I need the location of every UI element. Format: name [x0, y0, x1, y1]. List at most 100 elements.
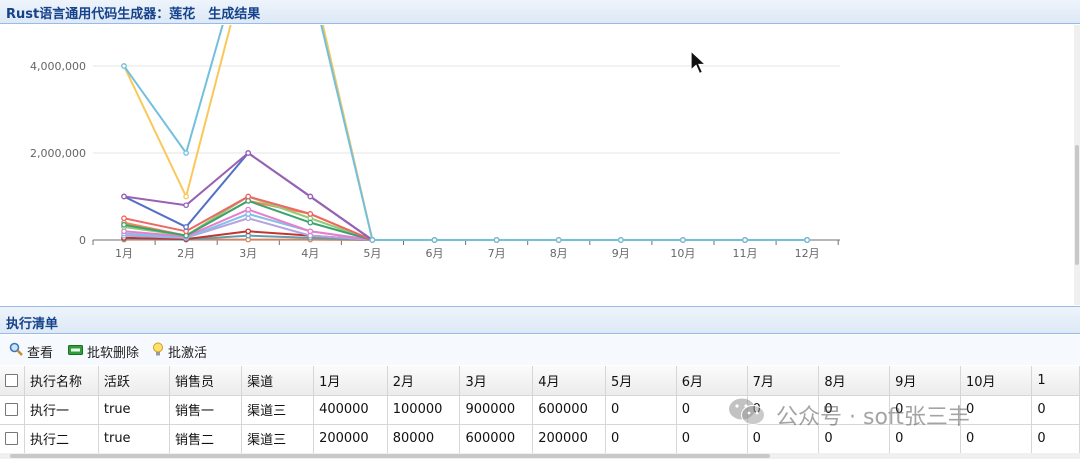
x-tick-label: 9月 — [612, 247, 630, 260]
column-header[interactable]: 1 — [1031, 366, 1080, 396]
column-header[interactable]: 6月 — [676, 366, 748, 396]
data-point — [307, 193, 314, 200]
table-cell: 400000 — [313, 395, 388, 425]
select-all-cell[interactable] — [0, 366, 26, 396]
table-cell: 执行一 — [24, 395, 99, 425]
data-point — [555, 237, 562, 243]
series-line — [123, 152, 808, 241]
activate-button-label: 批激活 — [168, 345, 208, 361]
column-header[interactable]: 渠道 — [241, 366, 315, 396]
view-button[interactable]: 查看 — [9, 342, 54, 361]
data-point — [617, 237, 624, 243]
chart-panel: 0 2,000,000 4,000,000 1月 2月 3月 4月 5月 6月 7月 8月 9月 10月… — [0, 25, 1074, 305]
x-tick-label: 3月 — [239, 247, 257, 260]
data-point — [307, 228, 314, 235]
table-cell: 销售一 — [169, 395, 243, 425]
x-tick-label: 4月 — [301, 247, 319, 260]
table-cell: true — [98, 395, 171, 425]
data-point — [121, 215, 127, 222]
x-tick-label: 6月 — [426, 247, 444, 260]
table-cell: 0 — [747, 395, 820, 425]
column-header[interactable]: 3月 — [459, 366, 534, 396]
table-cell: 600000 — [459, 424, 534, 454]
select-all-checkbox[interactable] — [5, 373, 18, 387]
activate-button[interactable]: 批激活 — [152, 342, 208, 361]
column-header[interactable]: 销售员 — [169, 366, 243, 396]
data-point — [680, 237, 686, 243]
series-line — [123, 152, 808, 241]
data-point — [183, 150, 189, 156]
data-point — [307, 211, 314, 217]
table-cell: 200000 — [532, 424, 606, 454]
table-cell: 0 — [818, 395, 891, 425]
scrollbar-thumb[interactable] — [10, 454, 770, 458]
table-cell: 0 — [889, 395, 961, 425]
column-header[interactable]: 2月 — [387, 366, 461, 396]
table-cell: 900000 — [459, 395, 534, 425]
row-select-cell[interactable] — [0, 395, 26, 425]
table-row[interactable]: 执行二 true 销售二 渠道三 200000 80000 600000 200… — [0, 424, 1080, 454]
table-cell: 0 — [676, 395, 748, 425]
column-header[interactable]: 9月 — [889, 366, 961, 396]
table-cell: 执行二 — [24, 424, 99, 454]
grid-toolbar: 查看 批软删除 批激活 — [0, 335, 1080, 365]
table-cell: 600000 — [532, 395, 606, 425]
data-point — [183, 224, 189, 230]
table-header-row: 执行名称 活跃 销售员 渠道 1月 2月 3月 4月 5月 6月 7月 8月 9… — [0, 366, 1080, 396]
x-tick-label: 10月 — [670, 247, 695, 260]
line-chart: 0 2,000,000 4,000,000 1月 2月 3月 4月 5月 6月 7月 8月 9月 10月… — [30, 25, 840, 260]
mouse-pointer-icon — [690, 50, 708, 75]
table-cell: 200000 — [313, 424, 388, 454]
execution-table: 执行名称 活跃 销售员 渠道 1月 2月 3月 4月 5月 6月 7月 8月 9… — [0, 366, 1080, 454]
table-cell: 销售二 — [169, 424, 243, 454]
table-cell: 0 — [818, 424, 891, 454]
table-cell: 0 — [605, 424, 677, 454]
row-checkbox[interactable] — [5, 403, 18, 416]
column-header[interactable]: 4月 — [532, 366, 606, 396]
column-header[interactable]: 8月 — [818, 366, 891, 396]
column-header[interactable]: 1月 — [313, 366, 388, 396]
magnifier-icon — [9, 342, 23, 360]
table-cell: 80000 — [387, 424, 461, 454]
soft-delete-button[interactable]: 批软删除 — [68, 342, 139, 361]
y-tick-label: 2,000,000 — [30, 147, 86, 160]
view-button-label: 查看 — [27, 345, 54, 361]
table-cell: 0 — [676, 424, 748, 454]
row-checkbox[interactable] — [5, 432, 18, 445]
column-header[interactable]: 执行名称 — [24, 366, 99, 396]
table-cell: true — [98, 424, 171, 454]
data-point — [742, 237, 748, 243]
lightbulb-icon — [152, 342, 164, 361]
data-point — [245, 228, 252, 235]
table-row[interactable]: 执行一 true 销售一 渠道三 400000 100000 900000 60… — [0, 395, 1080, 425]
data-point — [245, 150, 252, 156]
data-point — [121, 221, 127, 228]
column-header[interactable]: 7月 — [747, 366, 820, 396]
data-point — [431, 237, 438, 243]
data-point — [121, 193, 127, 200]
table-cell: 0 — [605, 395, 677, 425]
table-cell: 0 — [747, 424, 820, 454]
data-point — [245, 206, 252, 213]
list-panel-title: 执行清单 — [6, 317, 59, 332]
column-header[interactable]: 5月 — [605, 366, 677, 396]
table-cell: 渠道三 — [241, 395, 315, 425]
grid-horizontal-scrollbar[interactable] — [0, 453, 1080, 459]
column-header[interactable]: 活跃 — [98, 366, 171, 396]
x-tick-label: 7月 — [488, 247, 506, 260]
x-tick-label: 2月 — [177, 247, 195, 260]
delete-bar-icon — [68, 344, 83, 359]
data-point — [121, 63, 127, 69]
x-tick-label: 11月 — [733, 247, 758, 260]
table-cell: 0 — [960, 395, 1033, 425]
scrollbar-thumb[interactable] — [1075, 145, 1079, 265]
data-point — [804, 237, 810, 243]
row-select-cell[interactable] — [0, 424, 26, 454]
column-header[interactable]: 10月 — [960, 366, 1033, 396]
x-tick-label: 8月 — [550, 247, 568, 260]
x-tick-label: 12月 — [795, 247, 820, 260]
chart-vertical-scrollbar[interactable] — [1074, 25, 1080, 305]
data-point — [245, 193, 252, 200]
x-tick-label: 5月 — [363, 247, 381, 260]
table-cell: 0 — [889, 424, 961, 454]
